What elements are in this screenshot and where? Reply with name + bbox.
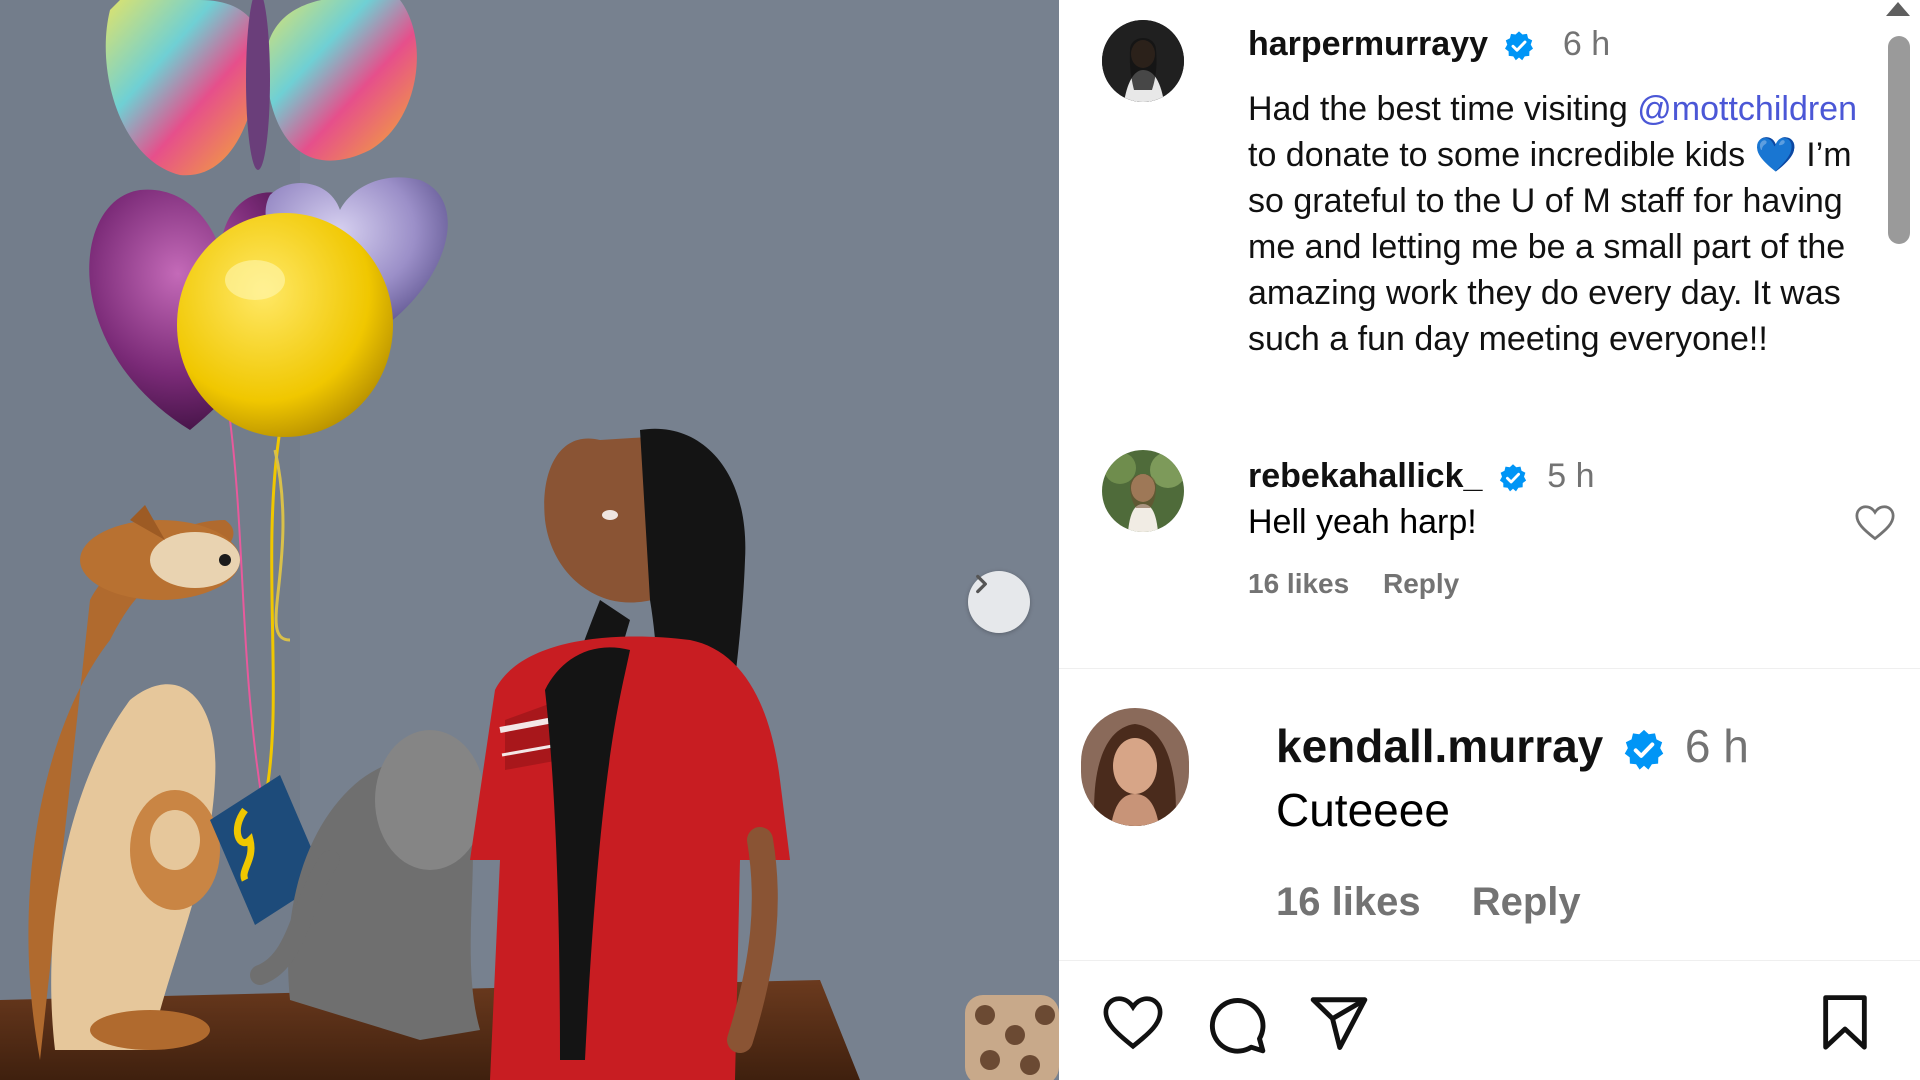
post-actions-bar [1059, 994, 1867, 1064]
post-author[interactable]: harpermurrayy [1248, 25, 1488, 63]
comment-likes[interactable]: 16 likes [1248, 568, 1349, 599]
bookmark-icon[interactable] [1819, 994, 1871, 1052]
comment-author[interactable]: kendall.murray [1276, 720, 1603, 772]
post-caption: harpermurrayy 6 h Had the best time visi… [1102, 18, 1862, 398]
caption-part: Had the best time visiting [1248, 90, 1638, 128]
avatar[interactable] [1081, 708, 1189, 826]
reply-button[interactable]: Reply [1472, 880, 1581, 924]
author-avatar-image [1102, 20, 1184, 102]
comment-text: Hell yeah harp! [1248, 503, 1477, 541]
chevron-right-icon [976, 574, 987, 594]
divider [1059, 960, 1920, 961]
verified-badge-icon [1499, 464, 1526, 492]
avatar[interactable] [1102, 450, 1184, 532]
comment-time: 6 h [1684, 720, 1749, 772]
comment-icon[interactable] [1206, 994, 1268, 1056]
post-time: 6 h [1562, 25, 1611, 63]
commenter-avatar-image [1102, 450, 1184, 532]
avatar[interactable] [1102, 20, 1184, 102]
comment-text: Cuteeee [1276, 784, 1450, 836]
caption-text: Had the best time visiting @mottchildren… [1248, 86, 1888, 362]
verified-badge-icon [1624, 729, 1664, 770]
caption-part: to donate to some incredible kids [1248, 136, 1755, 174]
comment-likes[interactable]: 16 likes [1276, 880, 1421, 924]
verified-badge-icon [1505, 31, 1534, 61]
divider [1059, 668, 1920, 669]
mention-link[interactable]: @mottchildren [1637, 90, 1857, 128]
post-photo [0, 0, 1059, 1080]
next-image-button[interactable] [968, 571, 1030, 633]
comment-author[interactable]: rebekahallick_ [1248, 457, 1482, 495]
comment-item: rebekahallick_ 5 h Hell yeah harp! 16 li… [1102, 448, 1902, 618]
photo-illustration [0, 0, 1059, 1080]
commenter-avatar-image [1081, 708, 1189, 826]
heart-icon[interactable] [1102, 994, 1164, 1052]
blue-heart-emoji: 💙 [1754, 136, 1797, 174]
scroll-up-arrow-icon[interactable] [1886, 2, 1910, 16]
scrollbar-thumb[interactable] [1888, 36, 1910, 244]
comment-item: kendall.murray 6 h Cuteeee 16 likes Repl… [1081, 705, 1881, 945]
share-icon[interactable] [1308, 994, 1370, 1052]
reply-button[interactable]: Reply [1383, 568, 1459, 599]
heart-icon[interactable] [1854, 504, 1896, 542]
comment-time: 5 h [1547, 457, 1595, 495]
comments-panel: harpermurrayy 6 h Had the best time visi… [1059, 0, 1920, 1080]
